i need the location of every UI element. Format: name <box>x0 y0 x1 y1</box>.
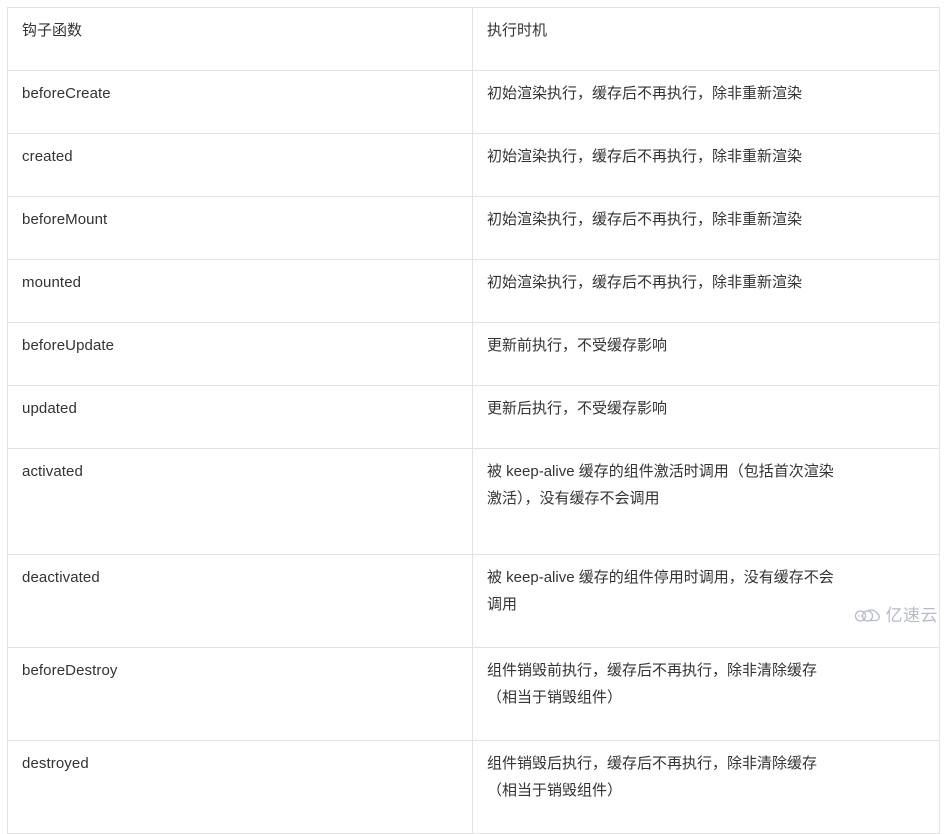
table-header: 钩子函数 执行时机 <box>7 7 940 71</box>
table-row: activated 被 keep-alive 缓存的组件激活时调用（包括首次渲染… <box>7 448 940 555</box>
page-root: 钩子函数 执行时机 beforeCreate 初始渲染执行，缓存后不再执行，除非… <box>0 0 952 834</box>
timing-text: 更新后执行，不受缓存影响 <box>487 400 668 417</box>
cell-timing-description: 初始渲染执行，缓存后不再执行，除非重新渲染 <box>472 133 940 197</box>
timing-text: 初始渲染执行，缓存后不再执行，除非重新渲染 <box>487 211 803 228</box>
timing-text: 初始渲染执行，缓存后不再执行，除非重新渲染 <box>487 85 803 102</box>
table-header-row: 钩子函数 执行时机 <box>7 7 940 71</box>
cell-hook-name: activated <box>7 448 473 555</box>
cell-timing-description: 初始渲染执行，缓存后不再执行，除非重新渲染 <box>472 70 940 134</box>
hook-name-text: deactivated <box>22 569 100 586</box>
lifecycle-hooks-table: 钩子函数 执行时机 beforeCreate 初始渲染执行，缓存后不再执行，除非… <box>7 7 940 834</box>
cell-hook-name: updated <box>7 385 473 449</box>
timing-text: 被 keep-alive 缓存的组件激活时调用（包括首次渲染 激活），没有缓存不… <box>487 463 834 507</box>
cell-timing-description: 组件销毁后执行，缓存后不再执行，除非清除缓存 （相当于销毁组件） <box>472 740 940 834</box>
timing-text: 被 keep-alive 缓存的组件停用时调用，没有缓存不会 调用 <box>487 569 834 613</box>
hook-name-text: created <box>22 148 73 165</box>
column-header-hook-label: 钩子函数 <box>22 22 83 39</box>
table-row: beforeUpdate 更新前执行，不受缓存影响 <box>7 322 940 386</box>
cell-hook-name: beforeDestroy <box>7 647 473 741</box>
cell-timing-description: 被 keep-alive 缓存的组件激活时调用（包括首次渲染 激活），没有缓存不… <box>472 448 940 555</box>
table-row: mounted 初始渲染执行，缓存后不再执行，除非重新渲染 <box>7 259 940 323</box>
hook-name-text: mounted <box>22 274 82 291</box>
hook-name-text: beforeDestroy <box>22 662 118 679</box>
table-row: beforeDestroy 组件销毁前执行，缓存后不再执行，除非清除缓存 （相当… <box>7 647 940 741</box>
column-header-timing-label: 执行时机 <box>487 22 548 39</box>
cell-timing-description: 组件销毁前执行，缓存后不再执行，除非清除缓存 （相当于销毁组件） <box>472 647 940 741</box>
cell-hook-name: beforeCreate <box>7 70 473 134</box>
cell-hook-name: created <box>7 133 473 197</box>
hooks-table-container: 钩子函数 执行时机 beforeCreate 初始渲染执行，缓存后不再执行，除非… <box>7 7 940 834</box>
hook-name-text: destroyed <box>22 755 89 772</box>
table-row: beforeMount 初始渲染执行，缓存后不再执行，除非重新渲染 <box>7 196 940 260</box>
cell-timing-description: 更新前执行，不受缓存影响 <box>472 322 940 386</box>
timing-text: 组件销毁后执行，缓存后不再执行，除非清除缓存 （相当于销毁组件） <box>487 755 818 799</box>
hook-name-text: activated <box>22 463 83 480</box>
cell-hook-name: destroyed <box>7 740 473 834</box>
timing-text: 初始渲染执行，缓存后不再执行，除非重新渲染 <box>487 148 803 165</box>
table-row: destroyed 组件销毁后执行，缓存后不再执行，除非清除缓存 （相当于销毁组… <box>7 740 940 834</box>
timing-text: 初始渲染执行，缓存后不再执行，除非重新渲染 <box>487 274 803 291</box>
cell-hook-name: beforeMount <box>7 196 473 260</box>
cell-hook-name: mounted <box>7 259 473 323</box>
table-row: beforeCreate 初始渲染执行，缓存后不再执行，除非重新渲染 <box>7 70 940 134</box>
cell-timing-description: 更新后执行，不受缓存影响 <box>472 385 940 449</box>
column-header-timing: 执行时机 <box>472 7 940 71</box>
table-row: created 初始渲染执行，缓存后不再执行，除非重新渲染 <box>7 133 940 197</box>
table-row: updated 更新后执行，不受缓存影响 <box>7 385 940 449</box>
timing-text: 更新前执行，不受缓存影响 <box>487 337 668 354</box>
hook-name-text: updated <box>22 400 77 417</box>
cell-timing-description: 初始渲染执行，缓存后不再执行，除非重新渲染 <box>472 259 940 323</box>
hook-name-text: beforeCreate <box>22 85 111 102</box>
cell-timing-description: 初始渲染执行，缓存后不再执行，除非重新渲染 <box>472 196 940 260</box>
timing-text: 组件销毁前执行，缓存后不再执行，除非清除缓存 （相当于销毁组件） <box>487 662 818 706</box>
hook-name-text: beforeUpdate <box>22 337 115 354</box>
table-body: beforeCreate 初始渲染执行，缓存后不再执行，除非重新渲染 creat… <box>7 70 940 834</box>
hook-name-text: beforeMount <box>22 211 108 228</box>
column-header-hook: 钩子函数 <box>7 7 473 71</box>
cell-hook-name: beforeUpdate <box>7 322 473 386</box>
